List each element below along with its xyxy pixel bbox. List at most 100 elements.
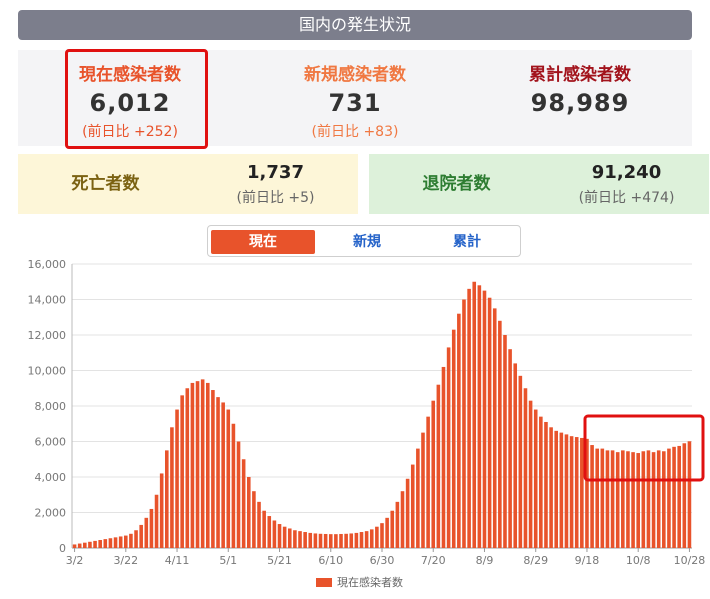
bar [580,437,584,548]
bar [646,450,651,548]
bar [441,366,446,548]
bar [508,349,512,548]
bar [626,451,630,548]
bar [103,539,108,548]
bar [621,450,625,548]
bar [672,446,676,548]
bar [170,427,174,548]
bar [293,530,297,548]
bar [662,451,666,548]
bar [149,508,154,548]
bar [523,388,528,548]
bar [472,281,477,548]
bar [390,510,395,548]
discharged-value: 91,240 [591,162,662,183]
x-tick-label: 7/20 [421,554,446,567]
bar [344,533,348,548]
x-tick-label: 8/29 [523,554,548,567]
stat-new-label: 新規感染者数 [304,65,406,85]
bar [487,297,492,548]
stat-new: 新規感染者数 731 (前日比 +83) [243,50,467,146]
bar [318,533,323,548]
bar [124,535,128,548]
bar [257,501,261,548]
bar [154,494,159,548]
bar [211,390,215,548]
bar [677,445,681,548]
legend-swatch [316,578,332,587]
legend-label: 現在感染者数 [337,575,403,589]
bar [559,432,564,548]
bar [354,532,359,548]
bar [83,542,87,548]
bar [323,533,328,548]
bar [482,290,487,548]
x-tick-label: 6/30 [370,554,395,567]
x-tick-label: 5/21 [267,554,292,567]
bar [308,532,313,548]
highlight-box-current [65,49,208,149]
bar [477,285,482,548]
bar [339,533,343,548]
bar [267,516,272,548]
bar [574,437,579,548]
stat-new-value: 731 [328,89,382,117]
bar [385,517,389,548]
bar [605,450,610,548]
bar [651,452,656,548]
bar [375,526,379,548]
section-header: 国内の発生状況 [18,10,692,40]
bar [77,543,82,548]
bar [410,464,415,548]
stat-total: 累計感染者数 98,989 [468,50,692,146]
bar [364,531,369,548]
bar [165,450,169,548]
bar [405,478,410,548]
bar [205,382,210,548]
bar [287,528,292,548]
tab-current[interactable]: 現在 [211,230,315,254]
chart-area: 02,0004,0006,0008,00010,00012,00014,0001… [28,258,706,589]
stat-new-diff: (前日比 +83) [311,124,399,140]
bar [380,523,384,548]
bar [656,450,661,548]
bar [262,510,266,548]
bar [349,533,354,548]
bar [682,443,687,548]
y-tick-label: 10,000 [28,365,67,378]
tab-total[interactable]: 累計 [415,230,519,254]
bar [246,477,251,548]
bar [451,329,456,548]
bar [462,299,466,548]
bar [185,388,190,548]
chart-tabs: 現在 新規 累計 [207,225,521,257]
bar [446,347,451,548]
bar [272,520,277,548]
bar [303,532,307,548]
bar [533,409,538,548]
bar [421,432,425,548]
y-axis-ticks: 02,0004,0006,0008,00010,00012,00014,0001… [28,258,67,555]
bar [282,526,287,548]
x-tick-label: 9/18 [575,554,600,567]
x-tick-label: 3/2 [66,554,84,567]
bar [129,533,133,548]
bar [180,395,184,548]
x-tick-label: 4/11 [165,554,190,567]
bar [610,450,615,548]
bar [313,533,318,548]
bar [636,453,640,548]
bar [395,501,400,548]
bar [134,530,138,548]
y-tick-label: 2,000 [35,507,67,520]
bar [631,452,635,548]
bar [528,400,533,548]
tab-new[interactable]: 新規 [315,230,419,254]
stat-total-label: 累計感染者数 [529,65,631,85]
x-tick-label: 5/1 [219,554,237,567]
bar [641,451,646,548]
y-tick-label: 12,000 [28,329,67,342]
bar [175,409,179,548]
bar [98,540,102,548]
bar [252,491,256,548]
